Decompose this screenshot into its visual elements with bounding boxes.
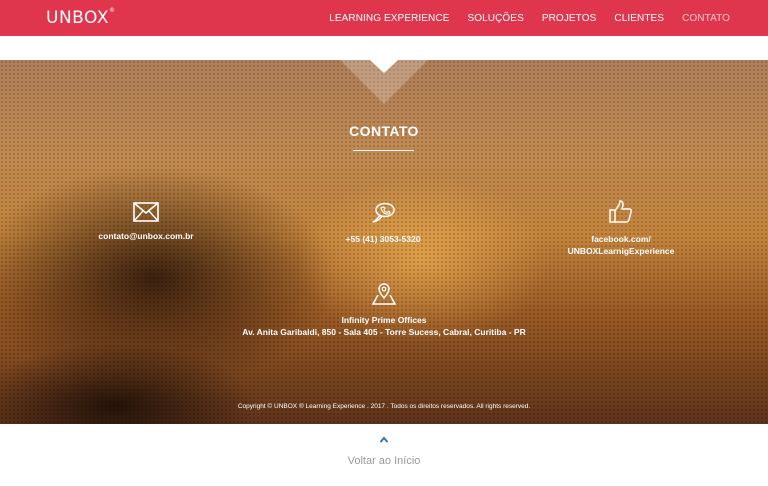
facebook-link[interactable]: facebook.com/UNBOXLearnigExperience	[568, 234, 675, 256]
facebook-line-2: UNBOXLearnigExperience	[567, 246, 675, 256]
thumbs-up-icon	[609, 200, 632, 223]
back-to-top-link[interactable]: Voltar ao Início	[348, 455, 421, 467]
contact-facebook: facebook.com/UNBOXLearnigExperience	[545, 199, 697, 257]
phone-bubble-icon	[372, 202, 395, 223]
nav-solucoes[interactable]: SOLUÇÕES	[467, 13, 523, 24]
chevron-up-icon[interactable]	[379, 436, 389, 443]
nav-contato[interactable]: CONTATO	[682, 13, 730, 24]
unbox-logo[interactable]: UNBOX®	[46, 7, 116, 28]
facebook-line-1: facebook.com/	[591, 234, 651, 244]
copyright-text: Copyright © UNBOX ® Learning Experience …	[237, 403, 531, 410]
envelope-icon	[133, 202, 159, 222]
back-to-top[interactable]: Voltar ao Início	[0, 436, 768, 469]
title-divider	[353, 150, 414, 151]
main-nav: LEARNING EXPERIENCE SOLUÇÕES PROJETOS CL…	[311, 0, 730, 36]
nav-learning-experience[interactable]: LEARNING EXPERIENCE	[329, 13, 449, 24]
logo-registered-mark: ®	[108, 7, 116, 14]
contact-address: Infinity Prime Offices Av. Anita Garibal…	[234, 282, 534, 338]
top-navbar: UNBOX® LEARNING EXPERIENCE SOLUÇÕES PROJ…	[0, 0, 768, 36]
address-line-1: Infinity Prime Offices	[341, 315, 427, 325]
phone-number[interactable]: +55 (41) 3053-5320	[346, 234, 421, 244]
contact-phone: +55 (41) 3053-5320	[307, 201, 459, 245]
section-title: CONTATO	[349, 123, 419, 139]
map-pin-icon	[371, 283, 397, 305]
contact-email: contato@unbox.com.br	[70, 202, 222, 242]
email-link[interactable]: contato@unbox.com.br	[98, 231, 193, 241]
nav-clientes[interactable]: CLIENTES	[614, 13, 664, 24]
logo-text: UNBOX	[46, 8, 109, 28]
address-line-2: Av. Anita Garibaldi, 850 - Sala 405 - To…	[242, 327, 526, 337]
contact-section: CONTATO contato@unbox.com.br +55 (41) 30…	[0, 60, 768, 424]
nav-projetos[interactable]: PROJETOS	[542, 13, 597, 24]
